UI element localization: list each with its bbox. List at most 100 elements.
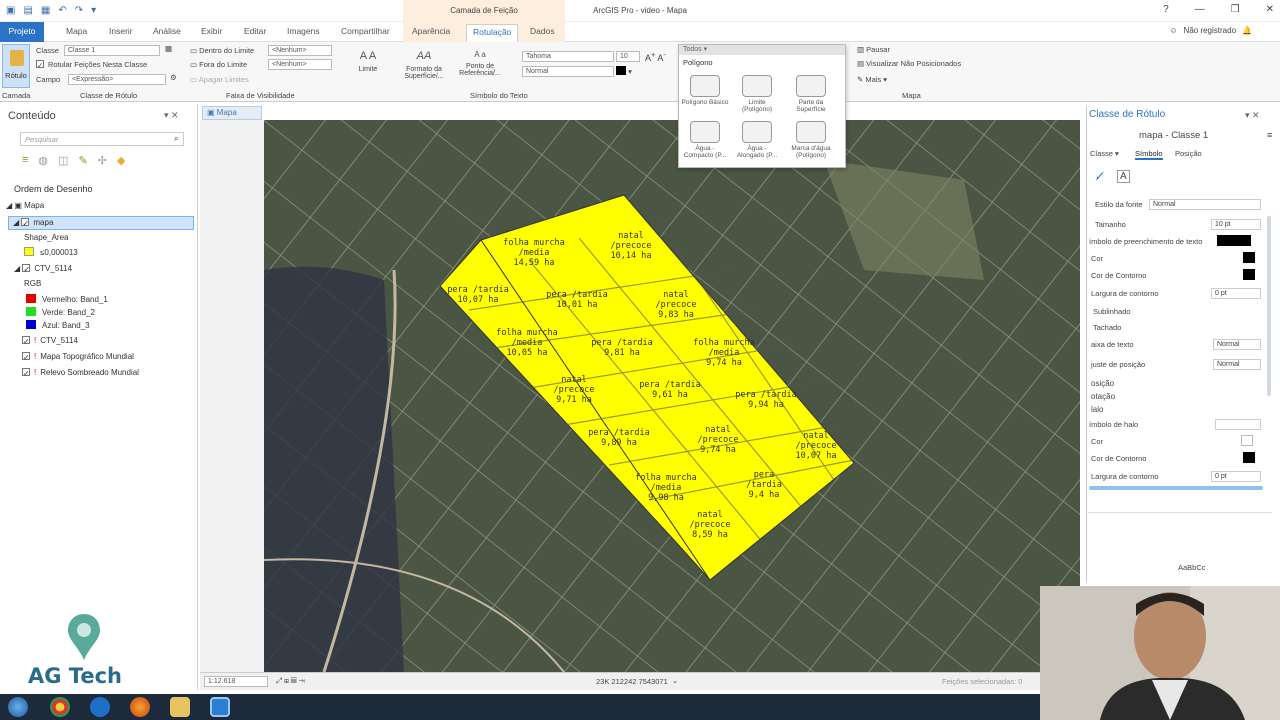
tab-projeto[interactable]: Projeto bbox=[0, 22, 44, 42]
ajuste-select[interactable]: Normal bbox=[1213, 359, 1261, 370]
explorer-icon[interactable] bbox=[170, 697, 190, 717]
gallery-item[interactable]: Parte da Superfície bbox=[787, 75, 835, 113]
search-icon[interactable]: ⌕ bbox=[174, 134, 178, 144]
classe-select[interactable]: Classe 1 bbox=[64, 45, 160, 56]
largura-input[interactable]: 0 pt bbox=[1211, 288, 1261, 299]
gallery-item[interactable]: Polígono Básico bbox=[681, 75, 729, 106]
gallery-item[interactable]: Água - Alongado (P... bbox=[733, 121, 781, 159]
status-tools[interactable]: ⤢ ⊞ ▤ ⇥ bbox=[276, 676, 305, 686]
firefox-icon[interactable] bbox=[130, 697, 150, 717]
tachado-checkbox[interactable]: Tachado bbox=[1093, 323, 1121, 332]
list-by-selection-icon[interactable]: ◫ bbox=[58, 154, 68, 167]
apagar-limites-button[interactable]: ▭ Apagar Limites bbox=[190, 75, 249, 84]
color-swatch[interactable] bbox=[1243, 252, 1255, 263]
ponto-symbol-button[interactable]: A a Ponto de Referência/... bbox=[450, 50, 510, 77]
class-settings-icon[interactable]: ▦ bbox=[165, 44, 172, 53]
tree-topo[interactable]: ✓! Mapa Topográfico Mundial bbox=[22, 352, 134, 362]
contents-search-input[interactable]: Pesquisar bbox=[20, 132, 184, 146]
nenhum-select-2[interactable]: <Nenhum> bbox=[268, 59, 332, 70]
undo-icon[interactable]: ↶ bbox=[58, 5, 66, 16]
tab-classe[interactable]: Classe ▾ bbox=[1090, 149, 1119, 158]
redo-icon[interactable]: ↷ bbox=[75, 5, 83, 16]
rotacao-section[interactable]: otação bbox=[1091, 392, 1115, 401]
pausar-button[interactable]: ▥ Pausar bbox=[857, 45, 890, 54]
font-size-select[interactable]: 10 bbox=[616, 51, 640, 62]
nenhum-select-1[interactable]: <Nenhum> bbox=[268, 45, 332, 56]
halo-color-swatch[interactable] bbox=[1241, 435, 1253, 446]
tree-layer-mapa[interactable]: ◢ ✓ mapa bbox=[8, 216, 194, 230]
tab-mapa[interactable]: Mapa bbox=[66, 26, 87, 36]
tree-relevo[interactable]: ✓! Relevo Sombreado Mundial bbox=[22, 368, 139, 378]
font-style-select[interactable]: Normal bbox=[522, 66, 614, 77]
restore-button[interactable]: ❐ bbox=[1231, 4, 1240, 15]
list-by-labeling-icon[interactable]: ◆ bbox=[117, 154, 125, 167]
gallery-header[interactable]: Todos ▾ bbox=[679, 45, 845, 55]
visualizar-button[interactable]: ▤ Visualizar Não Posicionados bbox=[857, 59, 961, 68]
chrome-icon[interactable] bbox=[50, 697, 70, 717]
halo-section[interactable]: lalo bbox=[1091, 405, 1103, 414]
font-name-select[interactable]: Tahoma bbox=[522, 51, 614, 62]
expression-icon[interactable]: ⚙ bbox=[170, 73, 177, 82]
tab-simbolo[interactable]: Símbolo bbox=[1135, 149, 1163, 160]
tab-dados[interactable]: Dados bbox=[530, 26, 555, 36]
list-by-drawing-icon[interactable]: ≡ bbox=[22, 154, 28, 167]
pane-controls[interactable]: ▾ ✕ bbox=[164, 110, 179, 121]
open-icon[interactable]: ▤ bbox=[23, 5, 32, 16]
gallery-item[interactable]: Água - Compacto (P... bbox=[681, 121, 729, 159]
sublinhado-checkbox[interactable]: Sublinhado bbox=[1093, 307, 1131, 316]
scale-select[interactable]: 1:12.618 bbox=[204, 676, 268, 687]
gallery-item[interactable]: Marca d'água (Polígono) bbox=[787, 121, 835, 159]
arcgis-pro-icon[interactable] bbox=[210, 697, 230, 717]
text-properties-icon[interactable]: A bbox=[1117, 170, 1130, 183]
fora-limite-button[interactable]: ▭ Fora do Limite bbox=[190, 60, 247, 69]
customize-icon[interactable]: ▾ bbox=[91, 5, 96, 16]
chevron-down-icon[interactable]: ⌄ bbox=[672, 676, 678, 685]
tamanho-select[interactable]: 10 pt bbox=[1211, 219, 1261, 230]
ie-icon[interactable] bbox=[90, 697, 110, 717]
grow-font-icon[interactable]: A+ A- bbox=[645, 50, 666, 63]
legend-class-yellow[interactable]: ≤0,000013 bbox=[24, 247, 78, 257]
new-icon[interactable]: ▣ bbox=[6, 5, 15, 16]
tab-analise[interactable]: Análise bbox=[153, 26, 181, 36]
symbol-gallery[interactable]: Todos ▾ Polígono Polígono Básico Limite … bbox=[678, 44, 846, 168]
tab-imagens[interactable]: Imagens bbox=[287, 26, 320, 36]
dentro-limite-button[interactable]: ▭ Dentro do Limite bbox=[190, 46, 254, 55]
tab-aparencia[interactable]: Aparência bbox=[412, 26, 450, 36]
formato-symbol-button[interactable]: AA Formato da Superfície/... bbox=[394, 50, 454, 80]
start-button[interactable] bbox=[8, 697, 28, 717]
tab-map-view[interactable]: ▣ Mapa bbox=[202, 106, 262, 120]
list-by-snapping-icon[interactable]: ✢ bbox=[98, 154, 107, 167]
tree-ctv-1[interactable]: ◢ ✓ CTV_5114 bbox=[14, 264, 72, 274]
tab-editar[interactable]: Editar bbox=[244, 26, 266, 36]
mais-button[interactable]: ✎ Mais ▾ bbox=[857, 75, 887, 84]
pane-controls[interactable]: ▾ ✕ bbox=[1245, 110, 1260, 121]
halo-outline-swatch[interactable] bbox=[1243, 452, 1255, 463]
minimize-button[interactable]: — bbox=[1195, 4, 1205, 15]
close-button[interactable]: ✕ bbox=[1266, 4, 1274, 15]
fill-symbol-swatch[interactable] bbox=[1217, 235, 1251, 246]
tree-ctv-2[interactable]: ✓! CTV_5114 bbox=[22, 336, 78, 346]
tab-posicao[interactable]: Posição bbox=[1175, 149, 1202, 158]
list-by-editing-icon[interactable]: ✎ bbox=[78, 154, 87, 167]
help-icon[interactable]: ? bbox=[1163, 4, 1169, 15]
caixa-select[interactable]: Normal bbox=[1213, 339, 1261, 350]
symbol-properties-icon[interactable]: ✓̸ bbox=[1095, 170, 1104, 183]
menu-icon[interactable]: ≡ bbox=[1267, 130, 1272, 140]
estilo-select[interactable]: Normal bbox=[1149, 199, 1261, 210]
campo-select[interactable]: <Expressão> bbox=[68, 74, 166, 85]
largura2-input[interactable]: 0 pt bbox=[1211, 471, 1261, 482]
tab-inserir[interactable]: Inserir bbox=[109, 26, 133, 36]
posicao-section[interactable]: osição bbox=[1091, 379, 1114, 388]
tree-map[interactable]: ◢ ▣ Mapa bbox=[6, 201, 44, 210]
gallery-item[interactable]: Limite (Polígono) bbox=[733, 75, 781, 113]
horizontal-scrollbar[interactable] bbox=[1089, 486, 1263, 490]
tab-exibir[interactable]: Exibir bbox=[201, 26, 222, 36]
rotulo-button[interactable]: Rótulo bbox=[2, 44, 30, 88]
notification-icon[interactable]: 🔔 bbox=[1242, 26, 1252, 35]
user-info[interactable]: ☺ Não registrado 🔔 bbox=[1169, 26, 1252, 35]
limite-symbol-button[interactable]: A A Limite bbox=[338, 50, 398, 73]
tab-compartilhar[interactable]: Compartilhar bbox=[341, 26, 390, 36]
font-color-button[interactable]: ▾ bbox=[616, 66, 632, 76]
outline-color-swatch[interactable] bbox=[1243, 269, 1255, 280]
vertical-scrollbar[interactable] bbox=[1267, 216, 1271, 396]
